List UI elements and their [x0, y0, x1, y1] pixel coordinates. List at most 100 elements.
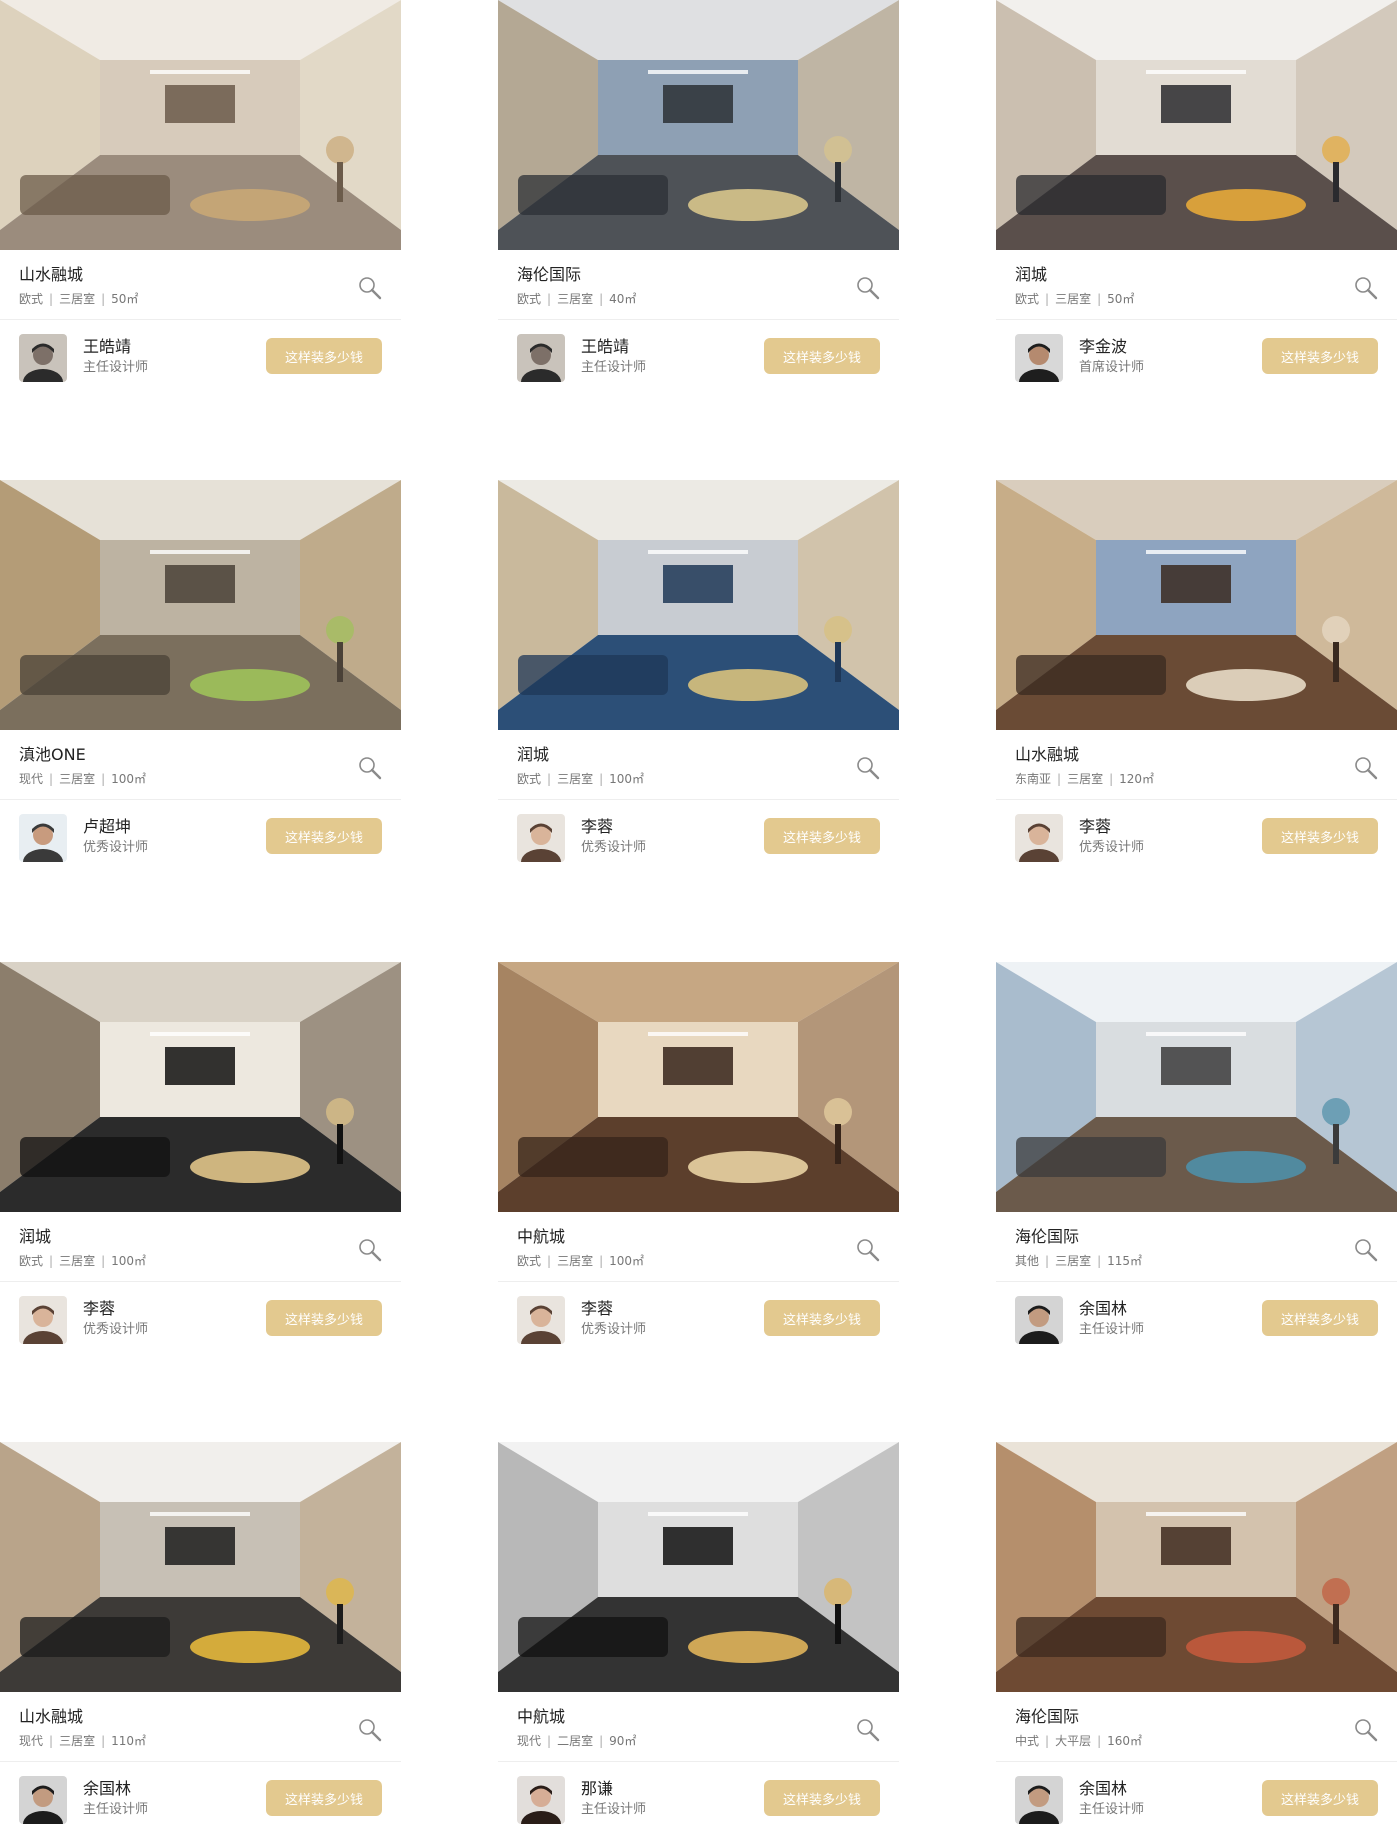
case-project-name[interactable]: 润城 [517, 745, 549, 765]
search-icon[interactable] [1353, 1717, 1379, 1743]
case-area: 100㎡ [609, 1254, 645, 1268]
designer-avatar[interactable] [1015, 1776, 1063, 1824]
case-card[interactable]: 海伦国际 欧式 | 三居室 | 40㎡ 王皓靖 主任设计师 这样装多少钱 [498, 0, 899, 400]
search-icon[interactable] [1353, 1237, 1379, 1263]
designer-name[interactable]: 李蓉 [581, 817, 613, 837]
designer-avatar[interactable] [517, 334, 565, 382]
case-photo[interactable] [498, 480, 899, 730]
case-card[interactable]: 海伦国际 其他 | 三居室 | 115㎡ 余国林 主任设计师 这样装多少钱 [996, 962, 1397, 1362]
quote-button[interactable]: 这样装多少钱 [764, 1780, 880, 1816]
case-area: 115㎡ [1107, 1254, 1143, 1268]
case-card[interactable]: 中航城 现代 | 二居室 | 90㎡ 那谦 主任设计师 这样装多少钱 [498, 1442, 899, 1842]
case-card[interactable]: 山水融城 东南亚 | 三居室 | 120㎡ 李蓉 优秀设计师 这样装多少钱 [996, 480, 1397, 880]
designer-name[interactable]: 余国林 [83, 1779, 131, 1799]
designer-name[interactable]: 卢超坤 [83, 817, 131, 837]
case-project-name[interactable]: 山水融城 [19, 1707, 83, 1727]
case-photo[interactable] [0, 1442, 401, 1692]
quote-button[interactable]: 这样装多少钱 [1262, 818, 1378, 854]
designer-avatar[interactable] [517, 1776, 565, 1824]
quote-button[interactable]: 这样装多少钱 [1262, 338, 1378, 374]
designer-name[interactable]: 李蓉 [83, 1299, 115, 1319]
case-style: 东南亚 [1015, 772, 1052, 786]
designer-name[interactable]: 王皓靖 [581, 337, 629, 357]
case-project-name[interactable]: 中航城 [517, 1707, 565, 1727]
meta-separator: | [49, 292, 54, 306]
case-project-name[interactable]: 滇池ONE [19, 745, 86, 765]
search-icon[interactable] [855, 275, 881, 301]
case-card[interactable]: 中航城 欧式 | 三居室 | 100㎡ 李蓉 优秀设计师 这样装多少钱 [498, 962, 899, 1362]
case-photo[interactable] [498, 962, 899, 1212]
case-project-name[interactable]: 海伦国际 [1015, 1707, 1079, 1727]
designer-name[interactable]: 李蓉 [581, 1299, 613, 1319]
case-project-name[interactable]: 山水融城 [1015, 745, 1079, 765]
case-photo[interactable] [996, 480, 1397, 730]
case-card[interactable]: 滇池ONE 现代 | 三居室 | 100㎡ 卢超坤 优秀设计师 这样装多少钱 [0, 480, 401, 880]
quote-button[interactable]: 这样装多少钱 [266, 1300, 382, 1336]
designer-avatar[interactable] [517, 814, 565, 862]
search-icon[interactable] [1353, 275, 1379, 301]
case-area: 110㎡ [111, 1734, 147, 1748]
case-meta: 欧式 | 三居室 | 40㎡ [517, 291, 636, 307]
search-icon[interactable] [357, 1237, 383, 1263]
case-card[interactable]: 润城 欧式 | 三居室 | 50㎡ 李金波 首席设计师 这样装多少钱 [996, 0, 1397, 400]
designer-name[interactable]: 王皓靖 [83, 337, 131, 357]
case-card[interactable]: 润城 欧式 | 三居室 | 100㎡ 李蓉 优秀设计师 这样装多少钱 [498, 480, 899, 880]
meta-separator: | [49, 1254, 54, 1268]
meta-separator: | [547, 1734, 552, 1748]
designer-avatar[interactable] [19, 334, 67, 382]
case-project-name[interactable]: 中航城 [517, 1227, 565, 1247]
quote-button[interactable]: 这样装多少钱 [764, 1300, 880, 1336]
case-project-name[interactable]: 山水融城 [19, 265, 83, 285]
case-photo[interactable] [996, 0, 1397, 250]
quote-button[interactable]: 这样装多少钱 [266, 1780, 382, 1816]
case-photo[interactable] [0, 0, 401, 250]
quote-button[interactable]: 这样装多少钱 [266, 818, 382, 854]
designer-name[interactable]: 那谦 [581, 1779, 613, 1799]
quote-button[interactable]: 这样装多少钱 [764, 818, 880, 854]
meta-separator: | [599, 1734, 604, 1748]
designer-name[interactable]: 余国林 [1079, 1299, 1127, 1319]
case-photo[interactable] [0, 962, 401, 1212]
designer-name[interactable]: 余国林 [1079, 1779, 1127, 1799]
case-area: 120㎡ [1119, 772, 1155, 786]
case-card[interactable]: 山水融城 现代 | 三居室 | 110㎡ 余国林 主任设计师 这样装多少钱 [0, 1442, 401, 1842]
case-card[interactable]: 海伦国际 中式 | 大平层 | 160㎡ 余国林 主任设计师 这样装多少钱 [996, 1442, 1397, 1842]
designer-avatar[interactable] [1015, 814, 1063, 862]
designer-avatar[interactable] [19, 814, 67, 862]
case-project-name[interactable]: 海伦国际 [517, 265, 581, 285]
quote-button[interactable]: 这样装多少钱 [266, 338, 382, 374]
designer-avatar[interactable] [19, 1776, 67, 1824]
case-meta: 现代 | 二居室 | 90㎡ [517, 1733, 636, 1749]
search-icon[interactable] [357, 1717, 383, 1743]
case-photo[interactable] [498, 0, 899, 250]
case-project-name[interactable]: 海伦国际 [1015, 1227, 1079, 1247]
quote-button[interactable]: 这样装多少钱 [1262, 1300, 1378, 1336]
search-icon[interactable] [855, 1237, 881, 1263]
case-card[interactable]: 润城 欧式 | 三居室 | 100㎡ 李蓉 优秀设计师 这样装多少钱 [0, 962, 401, 1362]
search-icon[interactable] [357, 755, 383, 781]
designer-avatar[interactable] [1015, 1296, 1063, 1344]
room-render-image [0, 962, 401, 1212]
card-divider [498, 319, 899, 320]
case-photo[interactable] [0, 480, 401, 730]
room-render-image [996, 480, 1397, 730]
designer-name[interactable]: 李蓉 [1079, 817, 1111, 837]
designer-avatar[interactable] [19, 1296, 67, 1344]
case-area: 40㎡ [609, 292, 637, 306]
designer-avatar[interactable] [517, 1296, 565, 1344]
case-card[interactable]: 山水融城 欧式 | 三居室 | 50㎡ 王皓靖 主任设计师 这样装多少钱 [0, 0, 401, 400]
quote-button[interactable]: 这样装多少钱 [1262, 1780, 1378, 1816]
case-project-name[interactable]: 润城 [19, 1227, 51, 1247]
quote-button[interactable]: 这样装多少钱 [764, 338, 880, 374]
search-icon[interactable] [855, 755, 881, 781]
case-photo[interactable] [498, 1442, 899, 1692]
search-icon[interactable] [855, 1717, 881, 1743]
search-icon[interactable] [357, 275, 383, 301]
case-project-name[interactable]: 润城 [1015, 265, 1047, 285]
search-icon[interactable] [1353, 755, 1379, 781]
case-photo[interactable] [996, 1442, 1397, 1692]
designer-name[interactable]: 李金波 [1079, 337, 1127, 357]
case-photo[interactable] [996, 962, 1397, 1212]
room-render-image [996, 0, 1397, 250]
designer-avatar[interactable] [1015, 334, 1063, 382]
